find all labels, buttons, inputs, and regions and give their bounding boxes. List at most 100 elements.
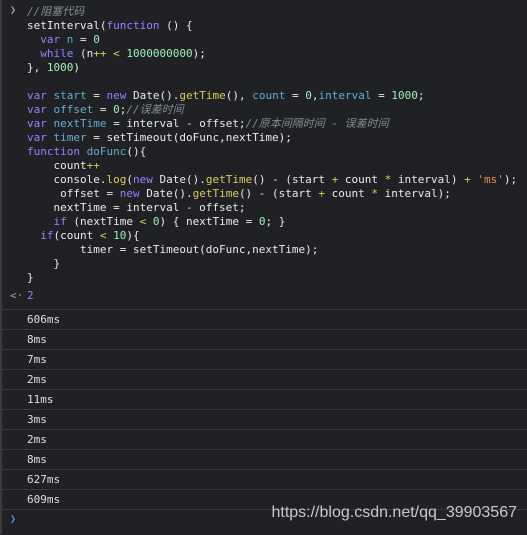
code-token: setInterval( (27, 19, 107, 32)
console-log-row: 2ms (2, 369, 527, 389)
console-log-row: 8ms (2, 449, 527, 469)
watermark: https://blog.csdn.net/qq_39903567 (271, 504, 517, 521)
code-token: 1000000000 (126, 47, 193, 60)
code-token: while (40, 47, 74, 60)
code-line: nextTime = interval - offset; (2, 201, 527, 215)
code-token: = (93, 103, 114, 116)
code-token: getTime (179, 89, 226, 102)
code-token: = setTimeout(doFunc,nextTime); (86, 131, 292, 144)
return-arrow-icon: <· (10, 289, 24, 302)
code-token: function (106, 19, 160, 32)
code-token: new (119, 187, 140, 200)
code-token: < (113, 47, 120, 60)
code-token: } (27, 257, 61, 270)
code-token: (count (53, 229, 100, 242)
code-token: = (86, 89, 107, 102)
code-line: timer = setTimeout(doFunc,nextTime); (2, 243, 527, 257)
code-token: () - (start (252, 173, 332, 186)
code-token: console. (27, 173, 107, 186)
code-token: = (73, 33, 94, 46)
code-token: offset (46, 103, 94, 116)
code-line: } (2, 257, 527, 271)
code-token: (nextTime (66, 215, 140, 228)
code-line: while (n++ < 1000000000); (2, 47, 527, 61)
code-token: interval); (378, 187, 451, 200)
code-token: interval) (391, 173, 465, 186)
code-token: 0 (93, 33, 100, 46)
code-token: var (27, 103, 47, 116)
code-token: ; (417, 89, 425, 102)
console-log-row: 8ms (2, 329, 527, 349)
code-line: offset = new Date().getTime() - (start +… (2, 187, 527, 201)
code-token: //误差时间 (126, 103, 184, 116)
code-token: function (27, 145, 80, 158)
code-token: + (464, 173, 471, 186)
code-line: setInterval(function () { (2, 19, 527, 33)
code-token: count (338, 173, 385, 186)
code-token: Date(). (139, 187, 193, 200)
code-token: getTime (192, 187, 239, 200)
console-log-row: 11ms (2, 389, 527, 409)
chevron-right-icon: ❯ (10, 5, 17, 16)
prompt-chevron-icon: ❯ (10, 514, 17, 525)
code-line: function doFunc(){ (2, 145, 527, 159)
code-line: count++ (2, 159, 527, 173)
code-line: var n = 0 (2, 33, 527, 47)
code-line: //阻塞代码 (2, 5, 527, 19)
code-token: } (27, 271, 34, 284)
code-line: var offset = 0;//误差时间 (2, 103, 527, 117)
code-token: if (53, 215, 67, 228)
code-line: var nextTime = interval - offset;//原本间隔时… (2, 117, 527, 131)
code-token: doFunc (79, 145, 127, 158)
code-token: new (132, 173, 153, 186)
code-line: } (2, 271, 527, 285)
code-line: console.log(new Date().getTime() - (star… (2, 173, 527, 187)
code-token: = (285, 89, 306, 102)
code-line: var timer = setTimeout(doFunc,nextTime); (2, 131, 527, 145)
console-log-row: 3ms (2, 409, 527, 429)
code-token: (){ (126, 145, 147, 158)
console-log-row: 606ms (2, 309, 527, 329)
code-token: = (371, 89, 392, 102)
code-token: () - (start (238, 187, 319, 200)
code-token: () { (159, 19, 193, 32)
code-token: n (60, 33, 74, 46)
code-token: ); (192, 47, 206, 60)
code-line: }, 1000) (2, 61, 527, 75)
code-token: ++ (93, 47, 107, 60)
code-token: getTime (205, 173, 253, 186)
code-token: 'ms' (477, 173, 504, 186)
code-token: start (46, 89, 87, 102)
code-token: ; } (265, 215, 286, 228)
code-token: Date(). (126, 89, 180, 102)
code-token: //原本间隔时间 - 误差时间 (245, 117, 389, 130)
code-token: (n (73, 47, 94, 60)
code-token: var (27, 89, 47, 102)
code-line: if (nextTime < 0) { nextTime = 0; } (2, 215, 527, 229)
console-output-list: 606ms 8ms 7ms 2ms 11ms 3ms 2ms 8ms 627ms 609ms (2, 309, 527, 509)
code-token: 1000 (391, 89, 418, 102)
code-token: nextTime (46, 117, 107, 130)
code-token: ){ (126, 229, 140, 242)
code-token: count (325, 187, 372, 200)
code-token: offset = (27, 187, 120, 200)
code-token: 10 (113, 229, 127, 242)
code-token: timer = setTimeout(doFunc,nextTime); (27, 243, 319, 256)
code-token: count (252, 89, 286, 102)
console-log-row: 2ms (2, 429, 527, 449)
code-token: Date(). (152, 173, 206, 186)
console-result: <· 2 (2, 289, 527, 303)
console-log-row: 627ms (2, 469, 527, 489)
code-token: 0 (305, 89, 312, 102)
devtools-console: ❯ //阻塞代码 setInterval(function () { var n … (0, 0, 527, 534)
code-token: ( (126, 173, 133, 186)
code-token: 1000 (46, 61, 74, 74)
code-token: var (27, 131, 47, 144)
code-token: timer (46, 131, 87, 144)
